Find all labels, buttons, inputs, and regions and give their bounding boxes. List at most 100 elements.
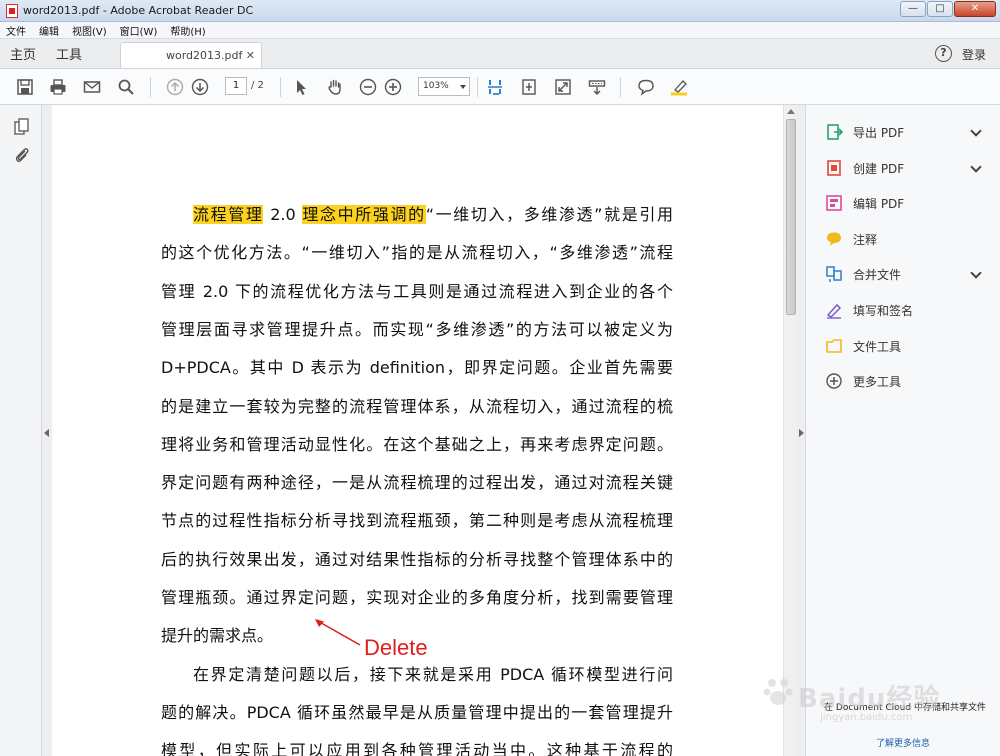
baidu-watermark: Baidu经验 jingyan.baidu.com xyxy=(762,668,952,728)
close-window-button[interactable]: ✕ xyxy=(954,1,996,17)
document-line: 流程管理 2.0 理念中所强调的“一维切入，多维渗透”就是引用 xyxy=(193,204,673,226)
zoom-select[interactable]: 103% xyxy=(418,77,470,96)
comment-icon[interactable] xyxy=(637,78,655,96)
fullscreen-icon[interactable] xyxy=(554,78,572,96)
menu-edit[interactable]: 编辑 xyxy=(39,23,59,38)
chevron-left-icon xyxy=(44,429,49,437)
page-thumbnails-icon[interactable] xyxy=(14,118,30,136)
right-pane-toggle[interactable] xyxy=(797,105,806,756)
highlight-icon[interactable] xyxy=(670,78,688,96)
text-segment: 模型，但实际上可以应用到各种管理活动当中。这种基于流程的 xyxy=(161,741,673,756)
file-tools-icon xyxy=(824,336,844,356)
select-cursor-icon[interactable] xyxy=(292,78,310,96)
tool-label: 文件工具 xyxy=(853,339,902,354)
highlighted-text: 理念中所强调的 xyxy=(302,205,426,224)
annotation-label: Delete xyxy=(364,635,428,660)
tool-export-pdf[interactable]: 导出 PDF xyxy=(824,120,988,144)
tab-document-label: word2013.pdf xyxy=(166,49,243,62)
menu-file[interactable]: 文件 xyxy=(6,23,26,38)
email-icon[interactable] xyxy=(83,78,101,96)
page-number-input[interactable]: 1 xyxy=(225,77,247,95)
login-button[interactable]: 登录 xyxy=(962,46,986,63)
chevron-down-icon[interactable] xyxy=(970,161,982,173)
tool-file-tools[interactable]: 文件工具 xyxy=(824,334,988,358)
tab-home[interactable]: 主页 xyxy=(0,38,46,68)
text-segment: 管理瓶颈。通过界定问题，实现对企业的多角度分析，找到需要管理 xyxy=(161,588,673,607)
minimize-button[interactable]: — xyxy=(900,1,926,17)
fit-page-icon[interactable] xyxy=(520,78,538,96)
left-pane-toggle[interactable] xyxy=(42,105,52,756)
tools-pane: 导出 PDF 创建 PDF 编辑 PDF 注释 合并文件 填写和签名 文件工具 更多工具 在 … xyxy=(806,105,1000,756)
annotation-arrow xyxy=(315,619,361,646)
window-title: word2013.pdf - Adobe Acrobat Reader DC xyxy=(23,4,254,17)
page-total: / 2 xyxy=(251,80,264,91)
next-page-icon[interactable] xyxy=(191,78,209,96)
title-bar: word2013.pdf - Adobe Acrobat Reader DC —… xyxy=(0,0,1000,22)
document-line: 管理瓶颈。通过界定问题，实现对企业的多角度分析，找到需要管理 xyxy=(161,587,673,609)
tool-fill-sign[interactable]: 填写和签名 xyxy=(824,298,988,322)
tool-combine-files[interactable]: 合并文件 xyxy=(824,262,988,286)
text-segment: 界定问题有两种途径，一是从流程梳理的过程出发，通过对流程关键 xyxy=(161,473,673,492)
zoom-out-icon[interactable] xyxy=(359,78,377,96)
text-segment: 的这个优化方法。“一维切入”指的是从流程切入，“多维渗透”流程 xyxy=(161,243,673,262)
document-line: 的这个优化方法。“一维切入”指的是从流程切入，“多维渗透”流程 xyxy=(161,242,673,264)
tab-document[interactable]: word2013.pdf ✕ xyxy=(120,42,262,68)
text-segment: 后的执行效果出发，通过对结果性指标的分析寻找整个管理体系中的 xyxy=(161,550,673,569)
text-segment: 管理 2.0 下的流程优化方法与工具则是通过流程进入到企业的各个 xyxy=(161,282,673,301)
learn-more-link[interactable]: 了解更多信息 xyxy=(806,736,1000,749)
menu-bar: 文件 编辑 视图(V) 窗口(W) 帮助(H) xyxy=(0,22,1000,39)
document-line: 节点的过程性指标分析寻找到流程瓶颈，第二种则是考虑从流程梳理 xyxy=(161,510,673,532)
document-line: 在界定清楚问题以后，接下来就是采用 PDCA 循环模型进行问 xyxy=(193,664,673,686)
tool-label: 编辑 PDF xyxy=(853,196,905,211)
text-segment: 在界定清楚问题以后，接下来就是采用 PDCA 循环模型进行问 xyxy=(193,665,673,684)
print-icon[interactable] xyxy=(49,78,67,96)
close-tab-icon[interactable]: ✕ xyxy=(246,49,255,62)
chevron-down-icon[interactable] xyxy=(970,125,982,137)
tool-label: 创建 PDF xyxy=(853,161,905,176)
create-pdf-icon xyxy=(824,158,844,178)
toolbar xyxy=(0,69,1000,105)
chevron-down-icon xyxy=(460,85,466,89)
prev-page-icon[interactable] xyxy=(166,78,184,96)
zoom-in-icon[interactable] xyxy=(384,78,402,96)
text-segment: “一维切入，多维渗透”就是引用 xyxy=(425,205,673,224)
text-segment: 节点的过程性指标分析寻找到流程瓶颈，第二种则是考虑从流程梳理 xyxy=(161,511,673,530)
save-icon[interactable] xyxy=(16,78,34,96)
tab-tools[interactable]: 工具 xyxy=(46,38,92,68)
maximize-button[interactable]: □ xyxy=(927,1,953,17)
tool-create-pdf[interactable]: 创建 PDF xyxy=(824,156,988,180)
tab-bar: 主页 工具 word2013.pdf ✕ ? 登录 xyxy=(0,39,1000,69)
window-controls: — □ ✕ xyxy=(900,1,996,17)
text-segment: 的是建立一套较为完整的流程管理体系，从流程切入，通过流程的梳 xyxy=(161,397,673,416)
left-navigation-rail xyxy=(0,105,42,756)
comment-tool-icon xyxy=(824,229,844,249)
tool-edit-pdf[interactable]: 编辑 PDF xyxy=(824,191,988,215)
text-segment: 2.0 xyxy=(263,205,303,224)
vertical-scrollbar[interactable] xyxy=(783,105,797,756)
tool-more-tools[interactable]: 更多工具 xyxy=(824,369,988,393)
scrollbar-thumb[interactable] xyxy=(786,119,796,315)
fill-sign-icon xyxy=(824,300,844,320)
document-line: 管理 2.0 下的流程优化方法与工具则是通过流程进入到企业的各个 xyxy=(161,281,673,303)
document-line: 理将业务和管理活动显性化。在这个基础之上，再来考虑界定问题。 xyxy=(161,434,673,456)
menu-window[interactable]: 窗口(W) xyxy=(120,23,158,38)
document-view[interactable]: 流程管理 2.0 理念中所强调的“一维切入，多维渗透”就是引用的这个优化方法。“… xyxy=(52,105,783,756)
help-icon[interactable]: ? xyxy=(935,45,952,62)
hand-tool-icon[interactable] xyxy=(326,78,344,96)
document-line: 题的解决。PDCA 循环虽然最早是从质量管理中提出的一套管理提升 xyxy=(161,702,673,724)
tool-label: 填写和签名 xyxy=(853,303,914,318)
menu-view[interactable]: 视图(V) xyxy=(72,23,107,38)
attachments-icon[interactable] xyxy=(14,146,30,164)
tool-label: 导出 PDF xyxy=(853,125,905,140)
fit-width-icon[interactable] xyxy=(486,78,504,96)
document-line: 的是建立一套较为完整的流程管理体系，从流程切入，通过流程的梳 xyxy=(161,396,673,418)
menu-help[interactable]: 帮助(H) xyxy=(170,23,205,38)
search-icon[interactable] xyxy=(117,78,135,96)
more-tools-icon xyxy=(824,371,844,391)
scroll-mode-icon[interactable] xyxy=(588,78,606,96)
chevron-down-icon[interactable] xyxy=(970,267,982,279)
pdf-file-icon xyxy=(6,3,18,18)
watermark-url: jingyan.baidu.com xyxy=(820,712,913,723)
tool-comment-tool[interactable]: 注释 xyxy=(824,227,988,251)
scroll-up-icon[interactable] xyxy=(787,109,795,114)
